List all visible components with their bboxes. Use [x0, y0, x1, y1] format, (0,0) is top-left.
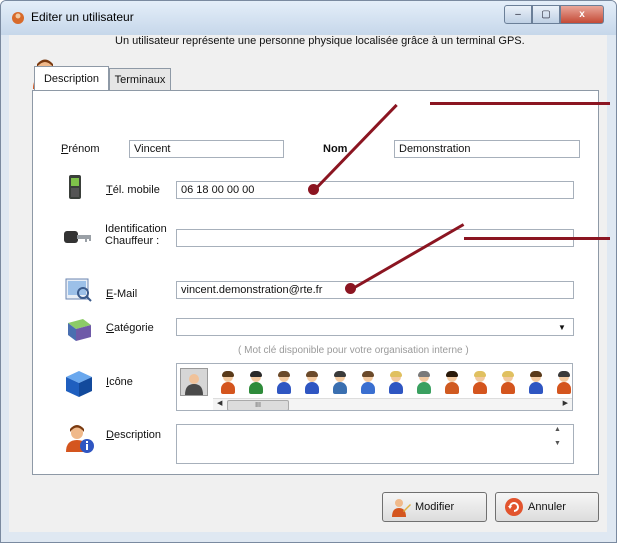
identification-label-line1: Identification [105, 223, 167, 235]
user-avatar-icon[interactable] [501, 371, 515, 394]
modifier-button[interactable]: Modifier [382, 492, 487, 522]
categorie-label: Catégorie [106, 322, 154, 334]
user-avatar-icon[interactable] [333, 371, 347, 394]
tel-label: Tél. mobile [106, 184, 160, 196]
blue-cube-icon [66, 371, 92, 397]
title-bar: Editer un utilisateur – ▢ x [1, 1, 616, 35]
icon-picker[interactable]: ◀ III ▶ [176, 363, 573, 411]
modifier-label: Modifier [415, 501, 455, 513]
category-book-icon [68, 319, 91, 341]
selected-user-icon [185, 374, 203, 395]
email-field[interactable]: vincent.demonstration@rte.fr [176, 281, 574, 299]
annotation-line-email-top [464, 237, 610, 240]
description-scroll-arrows[interactable]: ▲ ▼ [554, 426, 561, 447]
minimize-button[interactable]: – [504, 5, 532, 24]
categorie-select[interactable] [176, 318, 574, 336]
close-button[interactable]: x [560, 5, 604, 24]
user-avatar-icon[interactable] [473, 371, 487, 394]
nom-label: Nom [323, 143, 348, 155]
scroll-thumb[interactable]: III [227, 400, 289, 410]
icon-picker-scrollbar[interactable]: ◀ III ▶ [213, 398, 572, 410]
nom-field[interactable]: Demonstration [394, 140, 580, 158]
identification-label: Identification Chauffeur : [105, 223, 167, 247]
mobile-phone-icon [69, 175, 81, 199]
user-avatar-icon[interactable] [305, 371, 319, 394]
chevron-down-icon[interactable]: ▼ [558, 323, 566, 332]
user-avatar-icon[interactable] [445, 371, 459, 394]
tab-terminaux[interactable]: Terminaux [109, 68, 171, 90]
annuler-button[interactable]: Annuler [495, 492, 599, 522]
cancel-icon [505, 498, 523, 516]
prenom-label: Prénom [61, 143, 100, 155]
prenom-field[interactable]: Vincent [129, 140, 284, 158]
annotation-line-phone-top [430, 102, 610, 105]
identification-label-line2: Chauffeur : [105, 235, 160, 247]
icone-label: Icône [106, 376, 133, 388]
maximize-button[interactable]: ▢ [532, 5, 560, 24]
intro-text: Un utilisateur représente une personne p… [115, 35, 525, 47]
user-info-icon [66, 425, 94, 453]
scroll-left-icon[interactable]: ◀ [217, 399, 222, 407]
edit-user-icon [392, 499, 411, 517]
description-label: Description [106, 429, 162, 441]
user-avatar-icon[interactable] [361, 371, 375, 394]
user-avatar-icon[interactable] [389, 371, 403, 394]
annuler-label: Annuler [528, 501, 566, 513]
selected-icon[interactable] [180, 368, 208, 396]
app-icon [12, 12, 24, 24]
edit-user-dialog: Editer un utilisateur – ▢ x Un utilisate… [0, 0, 617, 543]
description-textarea[interactable] [176, 424, 574, 464]
user-avatar-icon[interactable] [249, 371, 263, 394]
tab-description[interactable]: Description [34, 66, 109, 90]
email-label: E-Mail [106, 288, 138, 300]
scroll-right-icon[interactable]: ▶ [563, 399, 568, 407]
categorie-hint: ( Mot clé disponible pour votre organisa… [238, 345, 469, 356]
key-icon [64, 231, 91, 243]
user-avatar-icon[interactable] [417, 371, 431, 394]
user-avatar-icon[interactable] [277, 371, 291, 394]
user-avatar-icon[interactable] [529, 371, 543, 394]
annotation-dot-phone [308, 184, 319, 195]
tel-mobile-field[interactable]: 06 18 00 00 00 [176, 181, 574, 199]
user-avatar-icon[interactable] [221, 371, 235, 394]
annotation-dot-email [345, 283, 356, 294]
user-avatar-icon[interactable] [557, 371, 571, 394]
email-icon [65, 278, 92, 302]
window-title: Editer un utilisateur [31, 10, 134, 24]
